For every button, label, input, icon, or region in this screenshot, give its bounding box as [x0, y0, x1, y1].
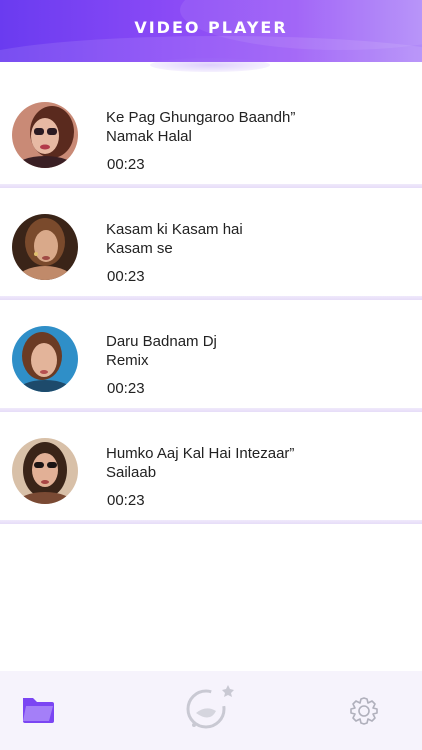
video-duration: 00:23	[107, 268, 145, 285]
tab-folder[interactable]	[20, 693, 56, 730]
tab-settings[interactable]	[348, 695, 380, 732]
video-thumbnail	[12, 438, 78, 504]
video-thumbnail	[12, 326, 78, 392]
video-list-item[interactable]: Humko Aaj Kal Hai Intezaar” Sailaab 00:2…	[0, 412, 422, 524]
video-thumbnail	[12, 214, 78, 280]
video-list-item[interactable]: Kasam ki Kasam hai Kasam se 00:23	[0, 188, 422, 300]
video-duration: 00:23	[107, 492, 145, 509]
page-title: VIDEO PLAYER	[134, 18, 288, 37]
tab-player[interactable]	[184, 683, 236, 740]
video-title: Kasam ki Kasam hai Kasam se	[106, 221, 243, 257]
video-list-item[interactable]: Ke Pag Ghungaroo Baandh” Namak Halal 00:…	[0, 76, 422, 188]
video-title: Ke Pag Ghungaroo Baandh” Namak Halal	[106, 109, 296, 145]
gear-icon	[348, 697, 380, 731]
video-title: Humko Aaj Kal Hai Intezaar” Sailaab	[106, 445, 295, 481]
header-glow	[150, 58, 270, 72]
app-header: VIDEO PLAYER	[0, 0, 422, 62]
folder-icon	[20, 698, 56, 729]
video-duration: 00:23	[107, 380, 145, 397]
video-list: Ke Pag Ghungaroo Baandh” Namak Halal 00:…	[0, 76, 422, 524]
divider	[0, 520, 422, 524]
video-list-item[interactable]: Daru Badnam Dj Remix 00:23	[0, 300, 422, 412]
play-circle-icon	[184, 685, 236, 739]
bottom-nav	[0, 671, 422, 750]
video-title: Daru Badnam Dj Remix	[106, 333, 217, 369]
video-duration: 00:23	[107, 156, 145, 173]
video-thumbnail	[12, 102, 78, 168]
